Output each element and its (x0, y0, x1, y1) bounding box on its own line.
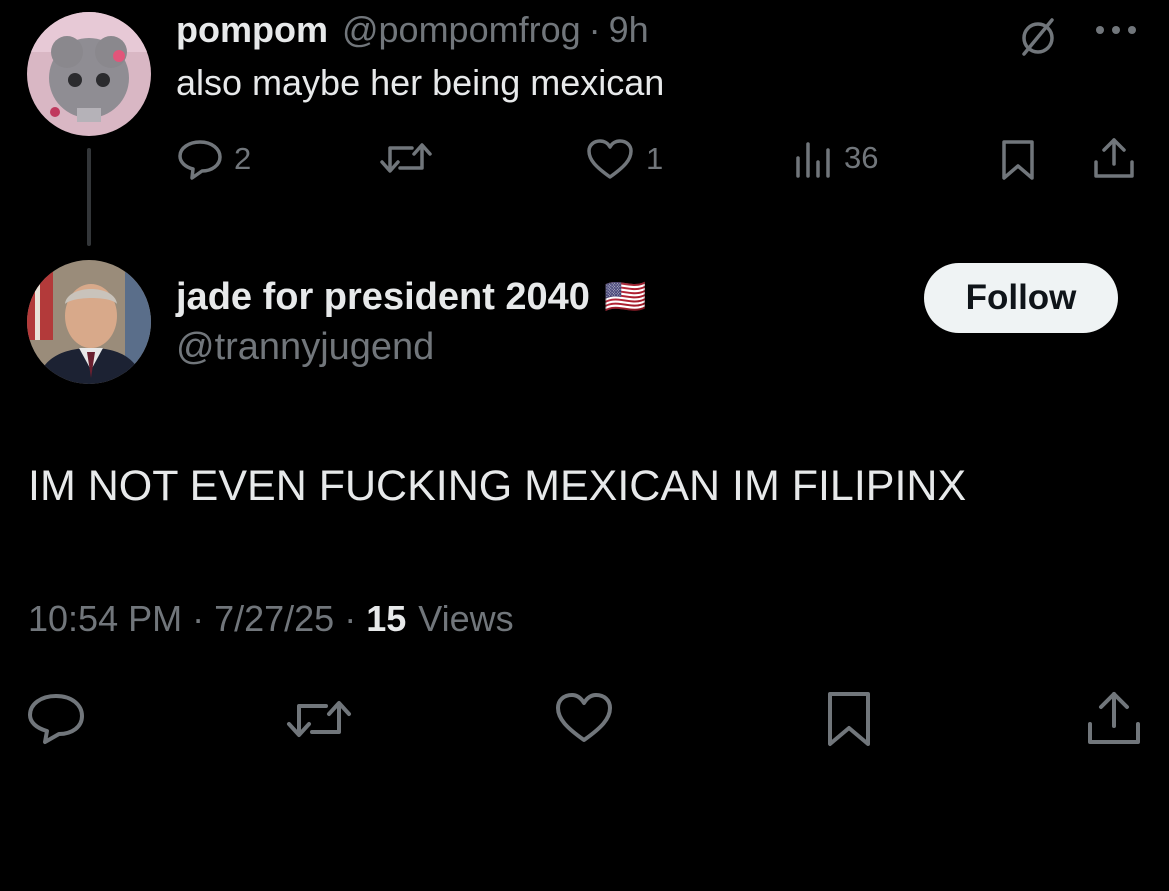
like-action[interactable]: 1 (584, 136, 663, 182)
reply-count: 2 (234, 141, 252, 176)
bookmark-icon[interactable] (998, 136, 1038, 184)
avatar-pompom[interactable] (27, 12, 151, 136)
tweet-text: IM NOT EVEN FUCKING MEXICAN IM FILIPINX (28, 462, 967, 510)
tweet-time[interactable]: 10:54 PM (28, 598, 182, 640)
views-icon (792, 136, 834, 180)
display-name[interactable]: pompom (176, 9, 328, 51)
tweet-text: also maybe her being mexican (176, 62, 665, 103)
handle[interactable]: @trannyjugend (176, 326, 434, 369)
views-label: Views (418, 598, 514, 639)
share-icon[interactable] (1084, 688, 1144, 748)
timestamp[interactable]: 9h (609, 9, 649, 51)
flag-emoji: 🇺🇸 (603, 277, 647, 317)
avatar-image (27, 260, 151, 384)
tweet-meta: 10:54 PM · 7/27/25 · 15 Views (28, 598, 514, 640)
bookmark-icon[interactable] (824, 688, 874, 750)
retweet-icon (378, 136, 434, 180)
display-name[interactable]: jade for president 2040 (176, 276, 590, 319)
share-icon[interactable] (1090, 134, 1138, 182)
retweet-icon[interactable] (284, 692, 354, 746)
main-tweet-header: jade for president 2040 🇺🇸 (176, 274, 646, 320)
meta-separator: · (344, 598, 357, 639)
follow-button[interactable]: Follow (924, 263, 1118, 333)
reply-icon (176, 136, 224, 182)
handle[interactable]: @pompomfrog (342, 9, 581, 51)
reply-icon[interactable] (26, 690, 86, 746)
meta-separator: · (192, 598, 205, 639)
follow-label: Follow (965, 278, 1077, 317)
like-icon[interactable] (553, 690, 615, 746)
like-count: 1 (646, 141, 664, 176)
reply-action[interactable]: 2 (176, 136, 251, 182)
no-entry-icon[interactable] (1016, 14, 1060, 58)
more-icon[interactable] (1092, 20, 1140, 40)
views-count: 15 (366, 598, 407, 639)
separator: · (588, 9, 601, 50)
view-count: 36 (844, 140, 879, 175)
like-icon (584, 136, 636, 182)
retweet-action[interactable] (378, 136, 434, 180)
parent-tweet-header: pompom @pompomfrog · 9h (176, 8, 649, 52)
views-action[interactable]: 36 (792, 136, 878, 180)
thread-line (87, 148, 91, 246)
avatar-jade[interactable] (27, 260, 151, 384)
tweet-date[interactable]: 7/27/25 (214, 598, 334, 640)
avatar-image (27, 12, 151, 136)
